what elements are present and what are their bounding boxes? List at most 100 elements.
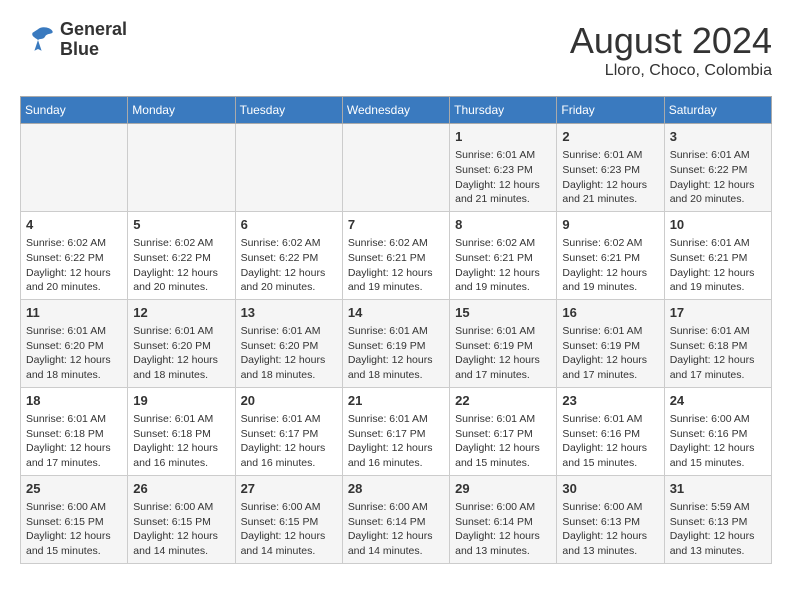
day-number: 30 bbox=[562, 480, 658, 498]
page-header: General Blue August 2024 Lloro, Choco, C… bbox=[20, 20, 772, 80]
day-number: 25 bbox=[26, 480, 122, 498]
calendar-week-row: 1 Sunrise: 6:01 AM Sunset: 6:23 PM Daylig… bbox=[21, 124, 772, 212]
day-info: Sunrise: 6:01 AM Sunset: 6:20 PM Dayligh… bbox=[241, 324, 337, 383]
day-info: Sunrise: 5:59 AM Sunset: 6:13 PM Dayligh… bbox=[670, 500, 766, 559]
day-number: 8 bbox=[455, 216, 551, 234]
day-number: 16 bbox=[562, 304, 658, 322]
day-number: 7 bbox=[348, 216, 444, 234]
calendar-cell: 6 Sunrise: 6:02 AM Sunset: 6:22 PM Daylig… bbox=[235, 211, 342, 299]
day-number: 10 bbox=[670, 216, 766, 234]
calendar-cell: 5Sunrise: 6:02 AM Sunset: 6:22 PM Daylig… bbox=[128, 211, 235, 299]
day-info: Sunrise: 6:01 AM Sunset: 6:17 PM Dayligh… bbox=[455, 412, 551, 471]
weekday-header: Wednesday bbox=[342, 97, 449, 124]
calendar-cell: 19Sunrise: 6:01 AM Sunset: 6:18 PM Dayli… bbox=[128, 387, 235, 475]
day-info: Sunrise: 6:02 AM Sunset: 6:22 PM Dayligh… bbox=[241, 236, 337, 295]
day-info: Sunrise: 6:00 AM Sunset: 6:16 PM Dayligh… bbox=[670, 412, 766, 471]
page-subtitle: Lloro, Choco, Colombia bbox=[570, 62, 772, 80]
calendar-week-row: 25 Sunrise: 6:00 AM Sunset: 6:15 PM Dayli… bbox=[21, 475, 772, 563]
calendar-week-row: 4 Sunrise: 6:02 AM Sunset: 6:22 PM Daylig… bbox=[21, 211, 772, 299]
calendar-cell: 25 Sunrise: 6:00 AM Sunset: 6:15 PM Dayli… bbox=[21, 475, 128, 563]
day-info: Sunrise: 6:00 AM Sunset: 6:15 PM Dayligh… bbox=[133, 500, 229, 559]
day-info: Sunrise: 6:00 AM Sunset: 6:13 PM Dayligh… bbox=[562, 500, 658, 559]
calendar-cell: 22 Sunrise: 6:01 AM Sunset: 6:17 PM Dayli… bbox=[450, 387, 557, 475]
day-number: 15 bbox=[455, 304, 551, 322]
calendar-cell: 31Sunrise: 5:59 AM Sunset: 6:13 PM Dayli… bbox=[664, 475, 771, 563]
calendar-cell: 24 Sunrise: 6:00 AM Sunset: 6:16 PM Dayli… bbox=[664, 387, 771, 475]
day-number: 24 bbox=[670, 392, 766, 410]
logo-line1: General bbox=[60, 20, 127, 40]
logo-line2: Blue bbox=[60, 40, 127, 60]
day-number: 20 bbox=[241, 392, 337, 410]
day-info: Sunrise: 6:01 AM Sunset: 6:19 PM Dayligh… bbox=[562, 324, 658, 383]
day-info: Sunrise: 6:01 AM Sunset: 6:20 PM Dayligh… bbox=[133, 324, 229, 383]
day-info: Sunrise: 6:01 AM Sunset: 6:16 PM Dayligh… bbox=[562, 412, 658, 471]
calendar-cell: 7 Sunrise: 6:02 AM Sunset: 6:21 PM Daylig… bbox=[342, 211, 449, 299]
page-title: August 2024 bbox=[570, 20, 772, 62]
day-info: Sunrise: 6:02 AM Sunset: 6:21 PM Dayligh… bbox=[348, 236, 444, 295]
calendar-header-row: SundayMondayTuesdayWednesdayThursdayFrid… bbox=[21, 97, 772, 124]
calendar-cell: 29Sunrise: 6:00 AM Sunset: 6:14 PM Dayli… bbox=[450, 475, 557, 563]
day-info: Sunrise: 6:02 AM Sunset: 6:21 PM Dayligh… bbox=[562, 236, 658, 295]
calendar-cell: 16 Sunrise: 6:01 AM Sunset: 6:19 PM Dayli… bbox=[557, 299, 664, 387]
day-number: 27 bbox=[241, 480, 337, 498]
day-info: Sunrise: 6:01 AM Sunset: 6:19 PM Dayligh… bbox=[348, 324, 444, 383]
calendar-cell: 9 Sunrise: 6:02 AM Sunset: 6:21 PM Daylig… bbox=[557, 211, 664, 299]
day-number: 9 bbox=[562, 216, 658, 234]
calendar-cell: 15 Sunrise: 6:01 AM Sunset: 6:19 PM Dayli… bbox=[450, 299, 557, 387]
calendar-week-row: 18 Sunrise: 6:01 AM Sunset: 6:18 PM Dayli… bbox=[21, 387, 772, 475]
day-info: Sunrise: 6:00 AM Sunset: 6:14 PM Dayligh… bbox=[348, 500, 444, 559]
calendar-cell: 13Sunrise: 6:01 AM Sunset: 6:20 PM Dayli… bbox=[235, 299, 342, 387]
calendar-cell: 18 Sunrise: 6:01 AM Sunset: 6:18 PM Dayli… bbox=[21, 387, 128, 475]
calendar-cell: 3Sunrise: 6:01 AM Sunset: 6:22 PM Daylig… bbox=[664, 124, 771, 212]
day-number: 19 bbox=[133, 392, 229, 410]
day-info: Sunrise: 6:02 AM Sunset: 6:22 PM Dayligh… bbox=[133, 236, 229, 295]
day-info: Sunrise: 6:01 AM Sunset: 6:19 PM Dayligh… bbox=[455, 324, 551, 383]
day-number: 4 bbox=[26, 216, 122, 234]
day-number: 23 bbox=[562, 392, 658, 410]
calendar-cell: 2Sunrise: 6:01 AM Sunset: 6:23 PM Daylig… bbox=[557, 124, 664, 212]
day-number: 1 bbox=[455, 128, 551, 146]
calendar-cell: 28 Sunrise: 6:00 AM Sunset: 6:14 PM Dayli… bbox=[342, 475, 449, 563]
weekday-header: Friday bbox=[557, 97, 664, 124]
day-number: 12 bbox=[133, 304, 229, 322]
day-number: 18 bbox=[26, 392, 122, 410]
title-block: August 2024 Lloro, Choco, Colombia bbox=[570, 20, 772, 80]
calendar-week-row: 11 Sunrise: 6:01 AM Sunset: 6:20 PM Dayli… bbox=[21, 299, 772, 387]
day-info: Sunrise: 6:01 AM Sunset: 6:17 PM Dayligh… bbox=[348, 412, 444, 471]
day-info: Sunrise: 6:01 AM Sunset: 6:23 PM Dayligh… bbox=[455, 148, 551, 207]
calendar-cell: 26 Sunrise: 6:00 AM Sunset: 6:15 PM Dayli… bbox=[128, 475, 235, 563]
calendar-cell: 11 Sunrise: 6:01 AM Sunset: 6:20 PM Dayli… bbox=[21, 299, 128, 387]
day-number: 28 bbox=[348, 480, 444, 498]
weekday-header: Tuesday bbox=[235, 97, 342, 124]
day-number: 2 bbox=[562, 128, 658, 146]
day-info: Sunrise: 6:00 AM Sunset: 6:14 PM Dayligh… bbox=[455, 500, 551, 559]
logo: General Blue bbox=[20, 20, 127, 60]
day-info: Sunrise: 6:01 AM Sunset: 6:18 PM Dayligh… bbox=[26, 412, 122, 471]
day-number: 11 bbox=[26, 304, 122, 322]
weekday-header: Sunday bbox=[21, 97, 128, 124]
weekday-header: Saturday bbox=[664, 97, 771, 124]
day-info: Sunrise: 6:00 AM Sunset: 6:15 PM Dayligh… bbox=[26, 500, 122, 559]
calendar-cell: 12 Sunrise: 6:01 AM Sunset: 6:20 PM Dayli… bbox=[128, 299, 235, 387]
calendar-cell: 21Sunrise: 6:01 AM Sunset: 6:17 PM Dayli… bbox=[342, 387, 449, 475]
calendar-cell: 10Sunrise: 6:01 AM Sunset: 6:21 PM Dayli… bbox=[664, 211, 771, 299]
day-info: Sunrise: 6:02 AM Sunset: 6:22 PM Dayligh… bbox=[26, 236, 122, 295]
day-info: Sunrise: 6:01 AM Sunset: 6:17 PM Dayligh… bbox=[241, 412, 337, 471]
calendar-cell: 1 Sunrise: 6:01 AM Sunset: 6:23 PM Daylig… bbox=[450, 124, 557, 212]
calendar-cell bbox=[342, 124, 449, 212]
calendar-cell: 17 Sunrise: 6:01 AM Sunset: 6:18 PM Dayli… bbox=[664, 299, 771, 387]
day-number: 6 bbox=[241, 216, 337, 234]
calendar-table: SundayMondayTuesdayWednesdayThursdayFrid… bbox=[20, 96, 772, 564]
day-number: 3 bbox=[670, 128, 766, 146]
day-number: 17 bbox=[670, 304, 766, 322]
calendar-cell: 8Sunrise: 6:02 AM Sunset: 6:21 PM Daylig… bbox=[450, 211, 557, 299]
day-info: Sunrise: 6:01 AM Sunset: 6:18 PM Dayligh… bbox=[670, 324, 766, 383]
day-info: Sunrise: 6:00 AM Sunset: 6:15 PM Dayligh… bbox=[241, 500, 337, 559]
calendar-cell: 27 Sunrise: 6:00 AM Sunset: 6:15 PM Dayli… bbox=[235, 475, 342, 563]
weekday-header: Thursday bbox=[450, 97, 557, 124]
day-number: 26 bbox=[133, 480, 229, 498]
calendar-cell: 30 Sunrise: 6:00 AM Sunset: 6:13 PM Dayli… bbox=[557, 475, 664, 563]
day-info: Sunrise: 6:01 AM Sunset: 6:20 PM Dayligh… bbox=[26, 324, 122, 383]
day-number: 22 bbox=[455, 392, 551, 410]
weekday-header: Monday bbox=[128, 97, 235, 124]
